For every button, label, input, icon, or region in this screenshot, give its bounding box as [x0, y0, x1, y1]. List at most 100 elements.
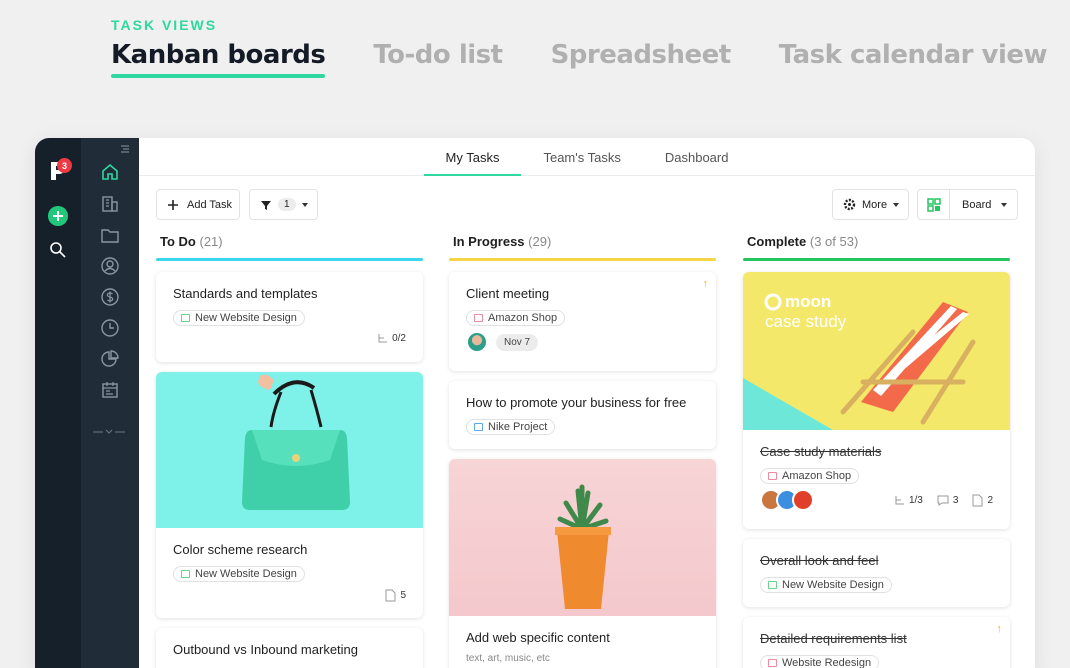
column-in-progress: In Progress (29) ↑ Client meeting Amazon… [449, 234, 716, 668]
subtask-count: 0/2 [392, 333, 406, 344]
column-count: (3 of 53) [809, 234, 859, 249]
tab-my-tasks[interactable]: My Tasks [423, 138, 522, 176]
project-tag[interactable]: New Website Design [173, 566, 305, 582]
assignee-row: Nov 7 [466, 331, 699, 353]
view-tab-calendar[interactable]: Task calendar view [779, 40, 1048, 76]
task-card[interactable]: Add web specific content text, art, musi… [449, 459, 716, 668]
user-circle-icon[interactable] [100, 256, 120, 276]
project-tag[interactable]: New Website Design [760, 577, 892, 593]
folder-icon [181, 570, 190, 578]
folder-icon [768, 472, 777, 480]
column-header: In Progress (29) [449, 234, 716, 258]
board-view-select[interactable]: Board [917, 189, 1018, 220]
due-date[interactable]: Nov 7 [496, 333, 539, 351]
notification-badge: 3 [57, 158, 72, 173]
add-task-button[interactable]: Add Task [156, 189, 240, 220]
task-title: Client meeting [466, 286, 550, 301]
task-card[interactable]: moon case study Case study materials Ama… [743, 272, 1010, 529]
add-icon[interactable] [48, 206, 68, 226]
project-tag-label: New Website Design [195, 568, 297, 580]
project-tag-label: Amazon Shop [782, 470, 852, 482]
board-label: Board [962, 198, 992, 211]
folder-icon [768, 659, 777, 667]
view-tab-spreadsheet[interactable]: Spreadsheet [551, 40, 732, 76]
more-button[interactable]: More [832, 189, 909, 220]
plus-icon [168, 199, 178, 210]
column-color-bar [156, 258, 423, 261]
pie-chart-icon[interactable] [100, 349, 120, 369]
task-card[interactable]: ↑ Client meeting Amazon Shop Nov 7 [449, 272, 716, 371]
file-icon [385, 589, 396, 602]
project-tag[interactable]: New Website Design [173, 310, 305, 326]
column-count: (29) [528, 234, 552, 249]
column-count: (21) [199, 234, 223, 249]
project-tag[interactable]: Amazon Shop [466, 310, 566, 326]
dollar-icon[interactable] [100, 287, 120, 307]
add-task-label: Add Task [187, 198, 233, 211]
task-title: Case study materials [760, 444, 882, 459]
project-tag[interactable]: Nike Project [466, 419, 556, 435]
tab-dashboard[interactable]: Dashboard [643, 138, 751, 176]
subtask-icon [378, 334, 388, 343]
project-tag-label: New Website Design [782, 579, 884, 591]
task-title: Overall look and feel [760, 553, 879, 568]
task-title: Color scheme research [173, 542, 308, 557]
filter-button[interactable]: 1 [249, 189, 318, 220]
app-rail: 3 [35, 138, 81, 668]
task-card[interactable]: ↑ Detailed requirements list Website Red… [743, 617, 1010, 668]
project-tag[interactable]: Website Redesign [760, 655, 880, 668]
folder-icon [474, 423, 483, 431]
task-card[interactable]: Overall look and feel New Website Design [743, 539, 1010, 607]
image-brand: moon [785, 292, 832, 311]
task-snippet: text, art, music, etc [466, 653, 550, 664]
task-title: How to promote your business for free [466, 395, 687, 410]
chevron-down-icon [301, 202, 308, 207]
subtask-count: 1/3 [908, 494, 923, 506]
task-tabs: My Tasks Team's Tasks Dashboard [139, 138, 1035, 176]
home-icon[interactable] [100, 162, 120, 182]
case-study-image: moon case study [743, 272, 1010, 430]
task-meta: 0/2 [173, 333, 406, 344]
column-color-bar [743, 258, 1010, 261]
avatar[interactable] [466, 331, 488, 353]
view-tab-todo[interactable]: To-do list [373, 40, 503, 76]
eyebrow-label: TASK VIEWS [111, 17, 218, 33]
app-window: 3 My Tasks Team's Tasks Dashboard Add Ta… [35, 138, 1035, 668]
priority-arrow-icon: ↑ [996, 623, 1003, 635]
project-tag[interactable]: Amazon Shop [760, 468, 860, 484]
image-caption: case study [765, 312, 847, 331]
task-card[interactable]: Standards and templates New Website Desi… [156, 272, 423, 362]
task-meta: 1/3 3 2 [760, 489, 993, 511]
folder-icon [474, 314, 483, 322]
filter-count: 1 [278, 198, 296, 211]
gear-icon [843, 198, 856, 211]
task-card[interactable]: Outbound vs Inbound marketing [156, 628, 423, 668]
file-icon [972, 494, 983, 506]
avatar[interactable] [792, 489, 814, 511]
clock-icon[interactable] [100, 318, 120, 338]
folder-icon [181, 314, 190, 322]
task-card[interactable]: How to promote your business for free Ni… [449, 381, 716, 449]
building-icon[interactable] [100, 194, 120, 214]
task-title: Outbound vs Inbound marketing [173, 642, 359, 657]
comment-count: 3 [952, 494, 959, 506]
subtask-icon [895, 495, 904, 504]
calendar-icon[interactable] [100, 380, 120, 400]
view-tabs: Kanban boards To-do list Spreadsheet Tas… [111, 40, 1048, 78]
filter-icon [261, 200, 271, 210]
more-label: More [862, 198, 888, 211]
priority-arrow-icon: ↑ [702, 278, 709, 290]
project-tag-label: Amazon Shop [488, 312, 558, 324]
file-count: 2 [987, 494, 993, 506]
task-card[interactable]: Color scheme research New Website Design… [156, 372, 423, 618]
expand-chevron-icon[interactable] [93, 428, 125, 436]
board-grid-icon [918, 190, 950, 219]
chevron-down-icon [1001, 202, 1008, 207]
column-header: Complete (3 of 53) [743, 234, 1010, 258]
view-tab-kanban[interactable]: Kanban boards [111, 40, 326, 78]
tab-teams-tasks[interactable]: Team's Tasks [521, 138, 642, 176]
collapse-sidebar-icon[interactable] [119, 144, 131, 154]
column-title: In Progress [453, 234, 525, 249]
folder-icon[interactable] [100, 225, 120, 245]
search-icon[interactable] [48, 240, 68, 260]
